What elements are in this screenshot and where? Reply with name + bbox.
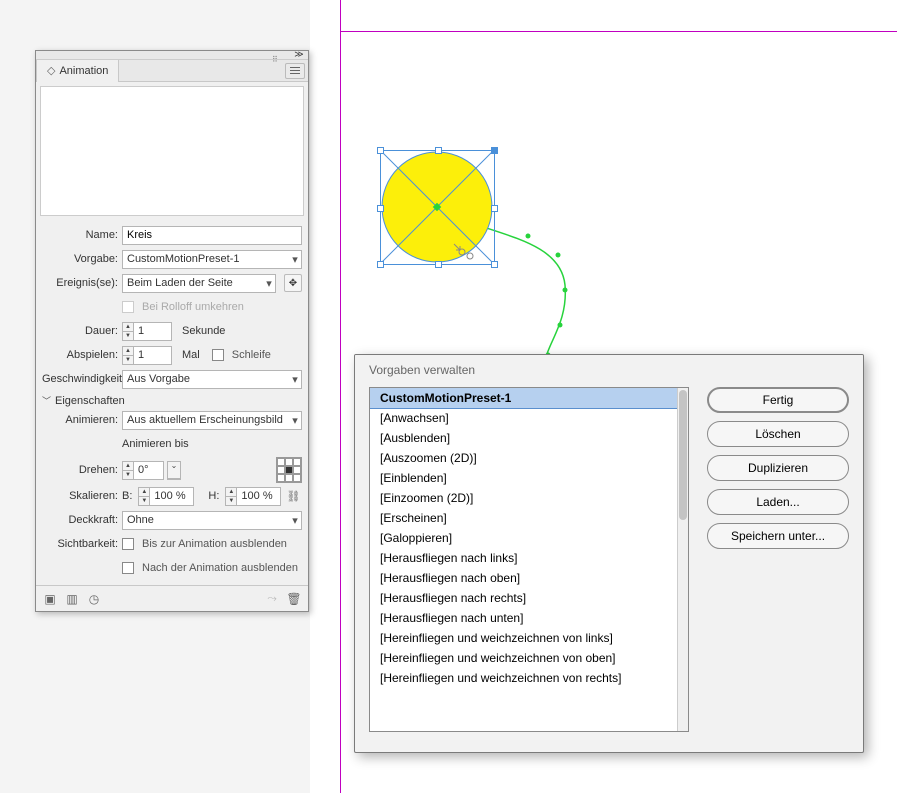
preset-item[interactable]: [Einzoomen (2D)] [370,488,688,508]
events-label: Ereignis(se): [42,277,118,289]
duration-unit: Sekunde [182,325,225,337]
preset-item[interactable]: [Galoppieren] [370,528,688,548]
opacity-select[interactable]: Ohne [122,511,302,530]
speed-label: Geschwindigkeit: [42,373,118,385]
chevron-down-icon[interactable]: ▾ [288,514,302,527]
preset-list[interactable]: CustomMotionPreset-1[Anwachsen][Ausblend… [369,387,689,732]
twirl-down-icon: ﹀ [42,394,51,407]
panel-flyout-menu[interactable] [285,63,305,79]
scrollbar[interactable] [677,388,688,731]
preset-item[interactable]: [Anwachsen] [370,408,688,428]
animate-select[interactable]: Aus aktuellem Erscheinungsbild [122,411,302,430]
trash-icon[interactable]: 🗑 [286,591,302,607]
show-proxy-icon[interactable]: ▥ [64,591,80,607]
scroll-thumb[interactable] [679,390,687,520]
convert-to-path-icon[interactable]: ⤳ [264,591,280,607]
name-label: Name: [42,229,118,241]
duration-label: Dauer: [42,325,118,337]
hide-before-checkbox[interactable] [122,538,134,550]
preset-item[interactable]: [Herausfliegen nach links] [370,548,688,568]
chevron-down-icon[interactable]: ▾ [262,277,276,290]
preset-item[interactable]: [Herausfliegen nach oben] [370,568,688,588]
animation-panel: ≫ ◇Animation Name: Vorgabe: CustomMotion… [35,50,309,612]
rotate-label: Drehen: [42,464,118,476]
chevron-down-icon[interactable]: ▾ [288,373,302,386]
collapse-icon: ◇ [47,65,55,77]
rotate-direction[interactable]: ⌄ [167,461,181,480]
preset-select[interactable]: CustomMotionPreset-1 [122,250,302,269]
play-input[interactable]: 1 [134,346,172,365]
preset-item[interactable]: CustomMotionPreset-1 [369,387,689,409]
chevron-down-icon[interactable]: ▾ [288,253,302,266]
preset-item[interactable]: [Hereinfliegen und weichzeichnen von lin… [370,628,688,648]
save-as-button[interactable]: Speichern unter... [707,523,849,549]
scale-w-spinner[interactable]: ▲▼ [138,487,150,506]
hide-after-checkbox[interactable] [122,562,134,574]
scale-label: Skalieren: [42,490,118,502]
animate-label: Animieren: [42,414,118,426]
link-icon[interactable]: ⛓ [285,487,301,506]
play-label: Abspielen: [42,349,118,361]
preset-item[interactable]: [Ausblenden] [370,428,688,448]
preset-item[interactable]: [Erscheinen] [370,508,688,528]
hide-before-label: Bis zur Animation ausblenden [142,538,287,550]
scale-h-input[interactable]: 100 % [237,487,281,506]
duration-spinner[interactable]: ▲▼ [122,322,134,341]
animate-to-label: Animieren bis [122,438,189,450]
play-unit: Mal [182,349,200,361]
animation-preview [40,86,304,216]
page-edge-left [340,0,341,793]
speed-select[interactable]: Aus Vorgabe [122,370,302,389]
animation-tab[interactable]: ◇Animation [36,60,119,82]
loop-checkbox[interactable] [212,349,224,361]
preset-item[interactable]: [Herausfliegen nach unten] [370,608,688,628]
scale-h-lbl: H: [208,490,219,502]
duplicate-button[interactable]: Duplizieren [707,455,849,481]
preset-item[interactable]: [Einblenden] [370,468,688,488]
hide-after-label: Nach der Animation ausblenden [142,562,298,574]
reverse-rolloff-label: Bei Rolloff umkehren [142,301,244,313]
duration-input[interactable]: 1 [134,322,172,341]
dialog-title: Vorgaben verwalten [355,355,863,387]
manage-presets-dialog: Vorgaben verwalten CustomMotionPreset-1[… [354,354,864,753]
visibility-label: Sichtbarkeit: [42,538,118,550]
panel-close-button[interactable]: ≫ [289,50,309,60]
rotate-spinner[interactable]: ▲▼ [122,461,134,480]
create-button-trigger[interactable]: ✥ [284,274,302,292]
play-spinner[interactable]: ▲▼ [122,346,134,365]
preset-item[interactable]: [Hereinfliegen und weichzeichnen von obe… [370,648,688,668]
page-edge-top [340,31,897,32]
load-button[interactable]: Laden... [707,489,849,515]
preset-item[interactable]: [Herausfliegen nach rechts] [370,588,688,608]
loop-label: Schleife [232,349,271,361]
timing-icon[interactable]: ◷ [86,591,102,607]
events-select[interactable]: Beim Laden der Seite [122,274,276,293]
chevron-down-icon[interactable]: ▾ [288,414,302,427]
done-button[interactable]: Fertig [707,387,849,413]
properties-section-header[interactable]: ﹀ Eigenschaften [42,394,302,407]
scale-w-lbl: B: [122,490,132,502]
preset-item[interactable]: [Hereinfliegen und weichzeichnen von rec… [370,668,688,688]
reverse-rolloff-checkbox [122,301,134,313]
preview-spread-icon[interactable]: ▣ [42,591,58,607]
preset-label: Vorgabe: [42,253,118,265]
panel-grip[interactable]: ≫ [36,51,308,60]
origin-proxy[interactable] [276,457,302,483]
delete-button[interactable]: Löschen [707,421,849,447]
scale-w-input[interactable]: 100 % [150,487,194,506]
selection-bounding-box[interactable] [380,150,495,265]
preset-item[interactable]: [Auszoomen (2D)] [370,448,688,468]
name-input[interactable] [122,226,302,245]
scale-h-spinner[interactable]: ▲▼ [225,487,237,506]
opacity-label: Deckkraft: [42,514,118,526]
rotate-input[interactable]: 0° [134,461,164,480]
